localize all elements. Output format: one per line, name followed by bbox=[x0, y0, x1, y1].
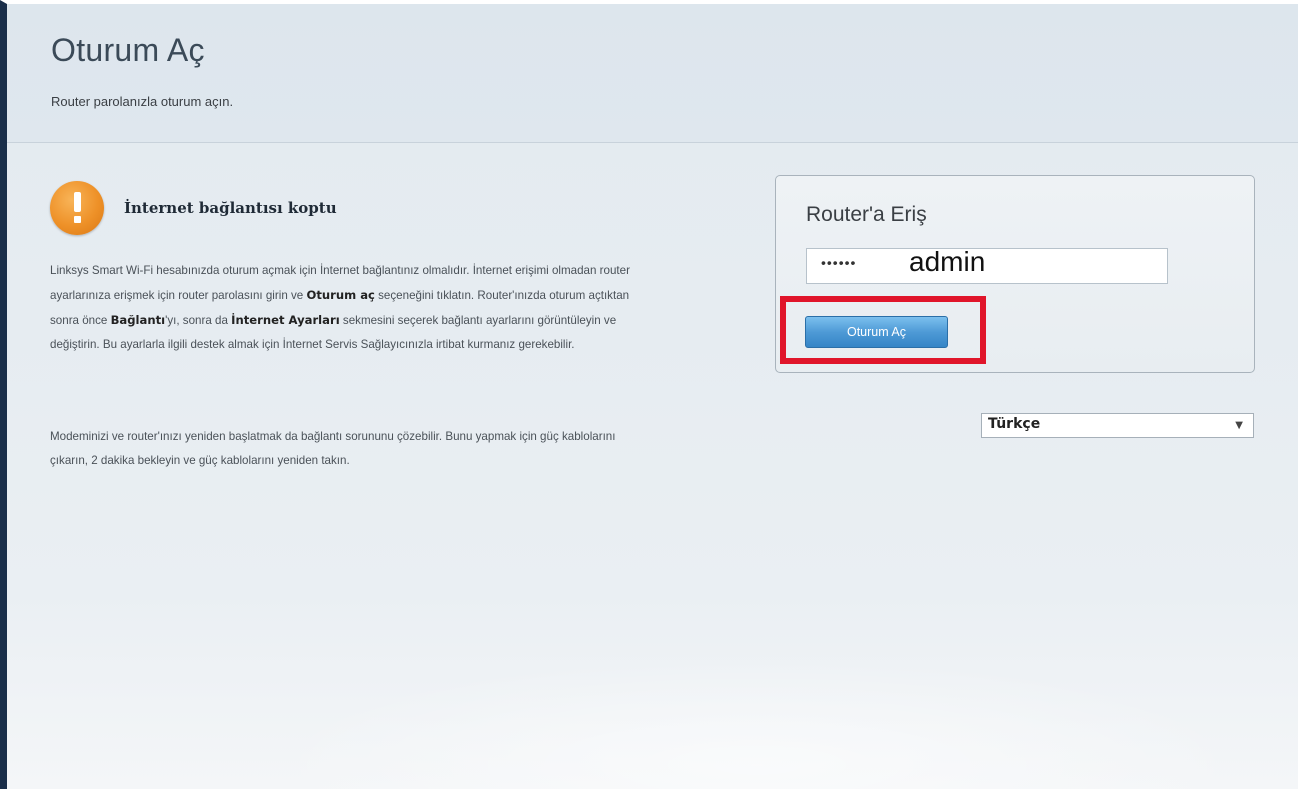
chevron-down-icon: ▼ bbox=[1235, 420, 1243, 431]
para-bold-oturum-ac: Oturum aç bbox=[306, 288, 375, 302]
warning-title: İnternet bağlantısı koptu bbox=[124, 199, 337, 217]
login-button[interactable]: Oturum Aç bbox=[805, 316, 948, 348]
page-subtitle: Router parolanızla oturum açın. bbox=[51, 94, 234, 109]
language-selected-value: Türkçe bbox=[988, 416, 1041, 432]
password-masked-value: •••••• bbox=[821, 254, 857, 271]
para-bold-baglanti: Bağlantı bbox=[110, 313, 166, 327]
background-glow bbox=[257, 654, 1257, 793]
warning-paragraph-2: Modeminizi ve router'ınızı yeniden başla… bbox=[50, 430, 616, 467]
exclamation-dot bbox=[74, 216, 81, 223]
para-text: 'yı, sonra da bbox=[165, 314, 232, 327]
exclamation-icon bbox=[50, 181, 104, 235]
password-input[interactable]: •••••• bbox=[806, 248, 1168, 284]
page-title: Oturum Aç bbox=[51, 32, 205, 68]
warning-paragraph-1: Linksys Smart Wi-Fi hesabınızda oturum a… bbox=[50, 259, 650, 357]
para-bold-internet-ayarlari: İnternet Ayarları bbox=[231, 313, 340, 327]
language-select[interactable]: Türkçe ▼ bbox=[981, 413, 1254, 438]
exclamation-bar bbox=[74, 192, 81, 212]
login-title: Router'a Eriş bbox=[806, 203, 927, 226]
page-header: Oturum Aç Router parolanızla oturum açın… bbox=[7, 4, 1298, 143]
password-annotation: admin bbox=[909, 246, 986, 277]
